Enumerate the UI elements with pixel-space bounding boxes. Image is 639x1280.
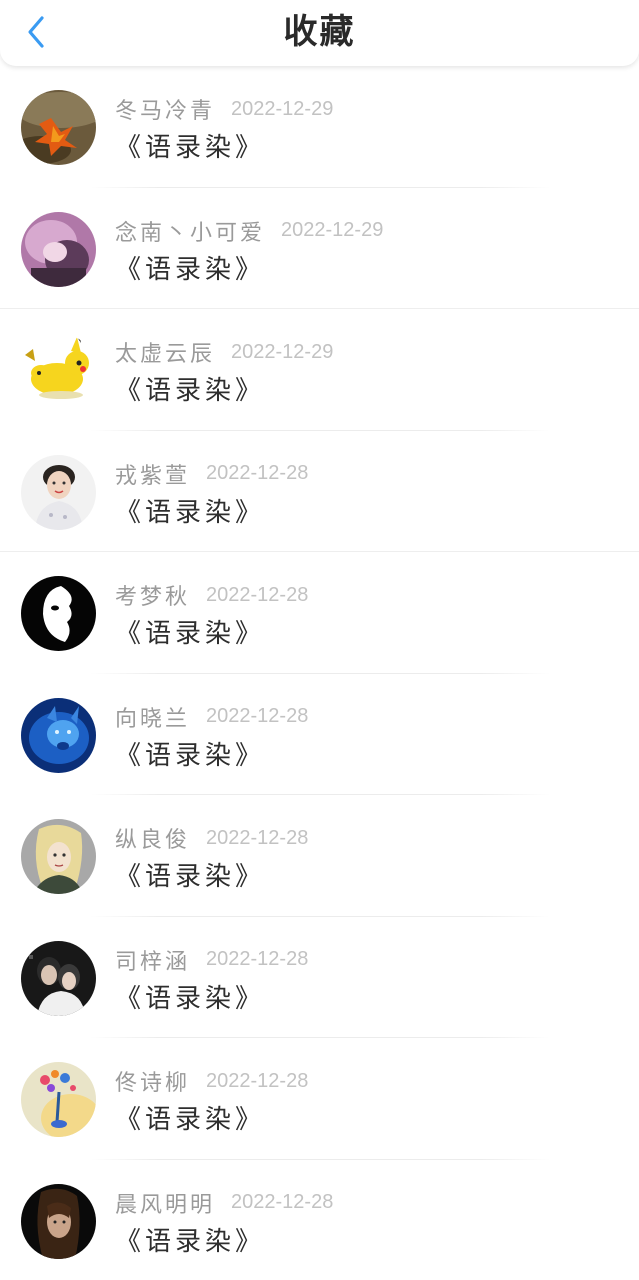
avatar bbox=[21, 90, 96, 165]
author-name: 戎紫萱 bbox=[115, 463, 191, 489]
favorite-date: 2022-12-28 bbox=[206, 705, 309, 727]
author-name: 纵良俊 bbox=[115, 828, 191, 853]
author-name: 念南丶小可爱 bbox=[115, 220, 266, 246]
avatar bbox=[21, 940, 96, 1016]
favorite-date: 2022-12-28 bbox=[206, 1069, 309, 1092]
favorite-item[interactable]: 太虚云辰 2022-12-29 《语录染》 bbox=[0, 309, 639, 431]
avatar bbox=[21, 333, 96, 408]
favorite-item[interactable]: 念南丶小可爱 2022-12-29 《语录染》 bbox=[0, 188, 639, 309]
avatar bbox=[21, 576, 96, 651]
favorite-item[interactable]: 晨风明明 2022-12-28 《语录染》 bbox=[0, 1160, 639, 1280]
favorite-item[interactable]: 戎紫萱 2022-12-28 《语录染》 bbox=[0, 431, 639, 552]
favorite-date: 2022-12-28 bbox=[206, 583, 309, 606]
quote-title: 《语录染》 bbox=[115, 619, 266, 649]
author-name: 考梦秋 bbox=[115, 585, 191, 610]
favorite-item[interactable]: 冬马冷青 2022-12-29 《语录染》 bbox=[0, 66, 639, 188]
quote-title: 《语录染》 bbox=[115, 740, 266, 771]
favorites-list: 冬马冷青 2022-12-29 《语录染》 念南丶小可爱 2022-12-29 … bbox=[0, 66, 639, 1280]
quote-title: 《语录染》 bbox=[115, 983, 266, 1014]
quote-title: 《语录染》 bbox=[115, 376, 266, 406]
quote-title: 《语录染》 bbox=[115, 133, 266, 163]
favorite-item[interactable]: 司梓涵 2022-12-28 《语录染》 bbox=[0, 917, 639, 1038]
avatar bbox=[21, 454, 96, 530]
favorite-item[interactable]: 纵良俊 2022-12-28 《语录染》 bbox=[0, 795, 639, 917]
top-bar: 收藏 bbox=[0, 0, 639, 66]
favorite-date: 2022-12-28 bbox=[206, 948, 309, 970]
quote-title: 《语录染》 bbox=[115, 862, 266, 892]
author-name: 太虚云辰 bbox=[115, 342, 216, 367]
quote-title: 《语录染》 bbox=[115, 1226, 266, 1257]
favorite-date: 2022-12-28 bbox=[206, 462, 309, 484]
quote-title: 《语录染》 bbox=[115, 254, 266, 285]
quote-title: 《语录染》 bbox=[115, 1105, 266, 1135]
favorite-date: 2022-12-29 bbox=[231, 97, 334, 120]
favorite-date: 2022-12-28 bbox=[206, 826, 309, 849]
author-name: 佟诗柳 bbox=[115, 1071, 191, 1096]
author-name: 晨风明明 bbox=[115, 1192, 216, 1218]
avatar bbox=[21, 1183, 96, 1259]
favorite-date: 2022-12-29 bbox=[231, 340, 334, 363]
favorite-item[interactable]: 佟诗柳 2022-12-28 《语录染》 bbox=[0, 1038, 639, 1160]
avatar bbox=[21, 1062, 96, 1137]
favorite-item[interactable]: 向晓兰 2022-12-28 《语录染》 bbox=[0, 674, 639, 795]
quote-title: 《语录染》 bbox=[115, 497, 266, 528]
favorite-date: 2022-12-28 bbox=[231, 1191, 334, 1213]
author-name: 冬马冷青 bbox=[115, 99, 216, 124]
page-title: 收藏 bbox=[283, 12, 356, 52]
author-name: 向晓兰 bbox=[115, 706, 191, 732]
favorite-item[interactable]: 考梦秋 2022-12-28 《语录染》 bbox=[0, 552, 639, 674]
avatar bbox=[21, 697, 96, 773]
avatar bbox=[21, 819, 96, 894]
author-name: 司梓涵 bbox=[115, 949, 191, 975]
favorite-date: 2022-12-29 bbox=[281, 219, 384, 241]
avatar bbox=[21, 211, 96, 287]
